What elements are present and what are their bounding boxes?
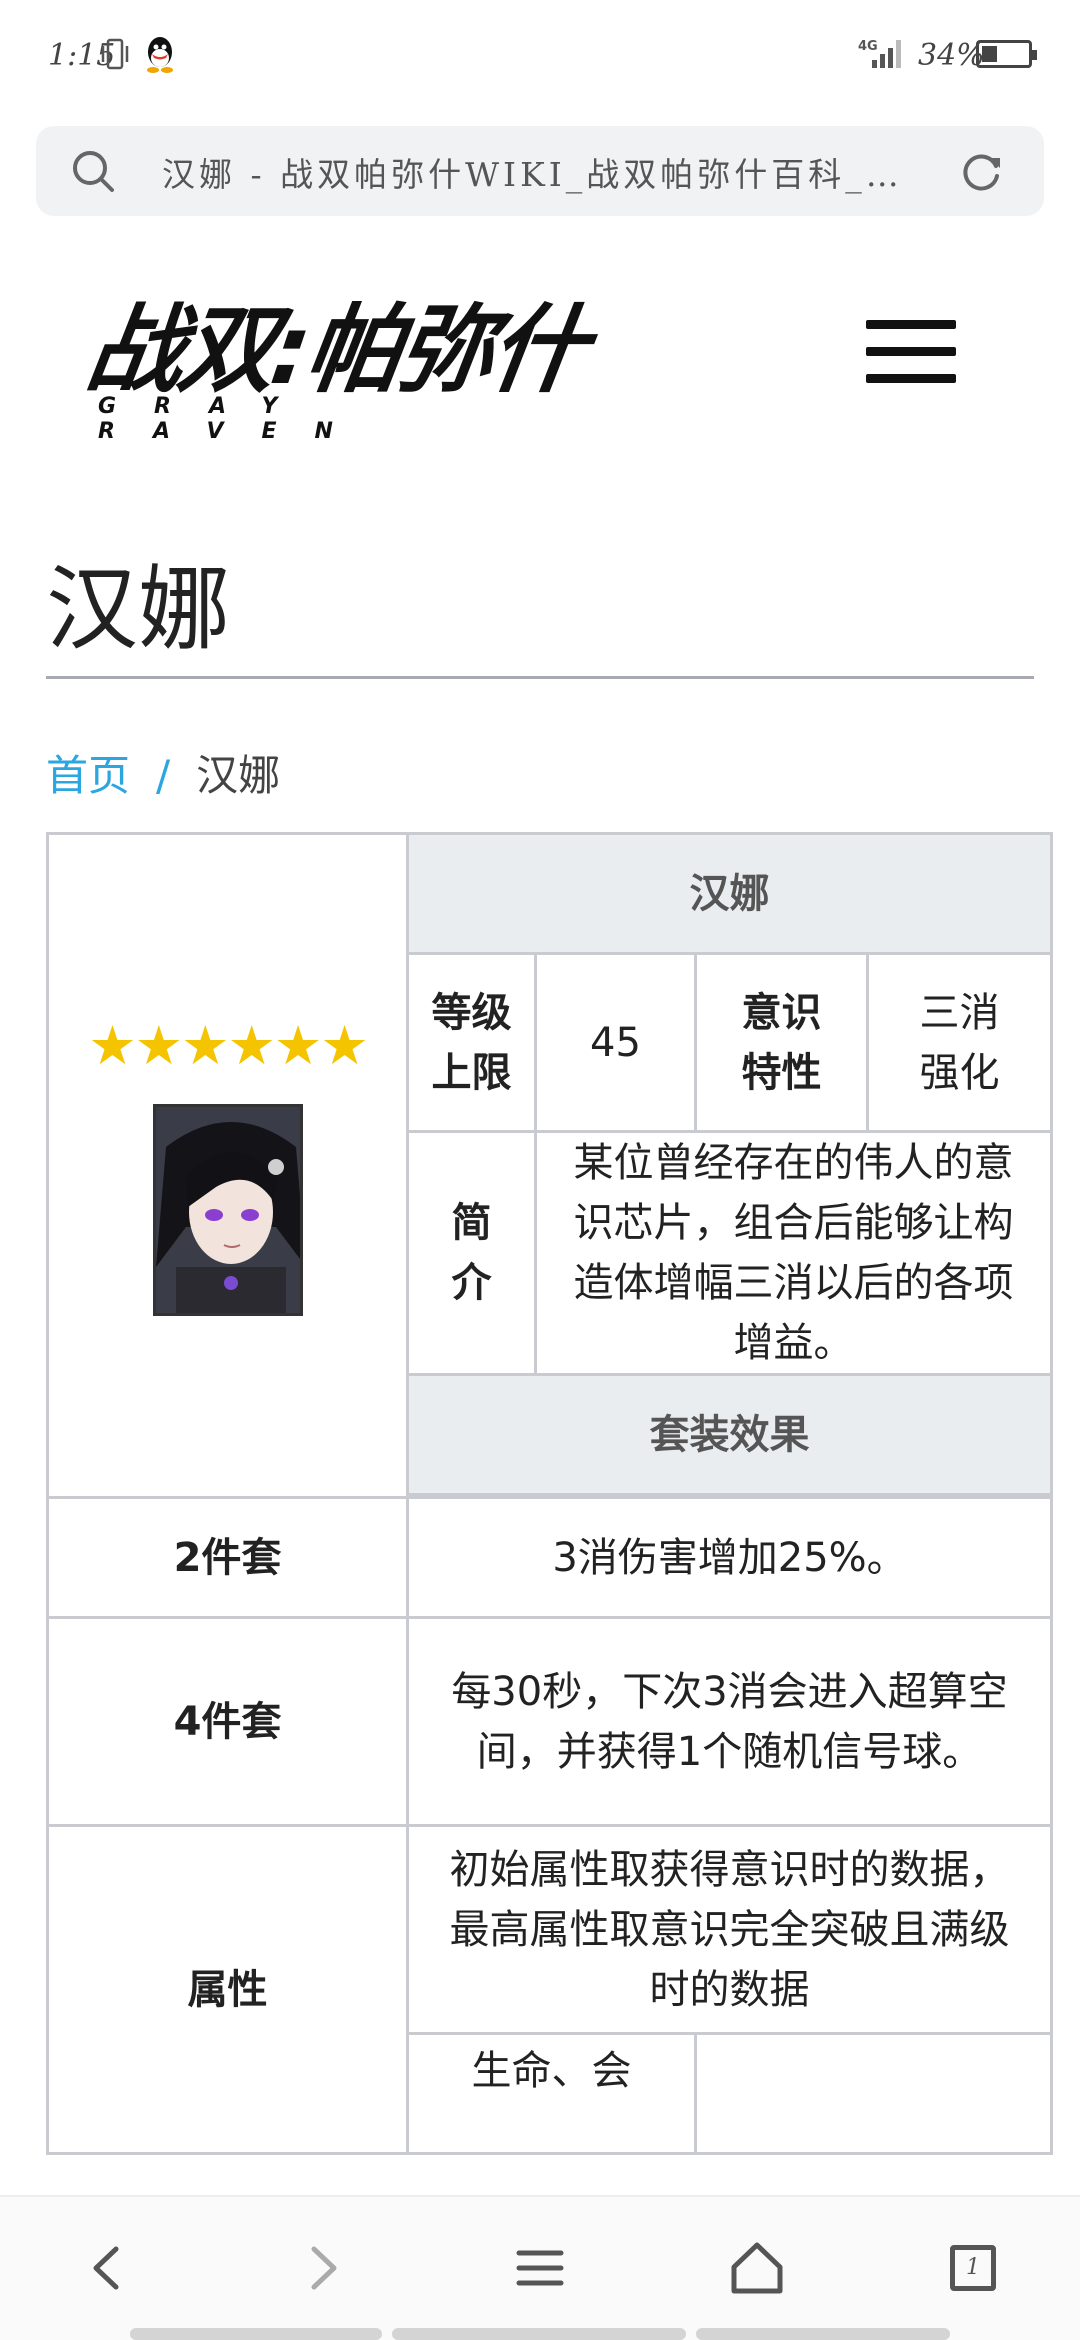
gesture-bar-left — [130, 2328, 382, 2340]
signal-icon: 4G — [858, 39, 901, 68]
set2-label: 2件套 — [46, 1496, 409, 1619]
breadcrumb-separator: / — [156, 751, 171, 800]
battery-percent: 34% — [918, 38, 985, 73]
level-cap-label: 等级上限 — [406, 952, 537, 1133]
site-logo[interactable]: 战双:帕弥什 GRAY RAVEN — [80, 294, 608, 444]
url-text[interactable]: 汉娜 - 战双帕弥什WIKI_战双帕弥什百科_… — [162, 148, 972, 196]
network-type: 4G — [858, 39, 878, 54]
menu-icon[interactable] — [505, 2233, 575, 2303]
set4-text: 每30秒，下次3消会进入超算空间，并获得1个随机信号球。 — [406, 1616, 1053, 1827]
forward-icon[interactable] — [288, 2233, 358, 2303]
home-icon[interactable] — [722, 2233, 792, 2303]
set2-text: 3消伤害增加25%。 — [406, 1496, 1053, 1619]
intro-text: 某位曾经存在的伟人的意识芯片，组合后能够让构造体增幅三消以后的各项增益。 — [534, 1130, 1053, 1376]
portrait-cell: ★★★★★★ — [46, 832, 409, 1499]
name-header: 汉娜 — [406, 832, 1053, 955]
browser-bottom-nav: 1 — [0, 2195, 1080, 2340]
status-bar: 1:15 4G 34% — [0, 0, 1080, 110]
gesture-bar-right — [696, 2328, 950, 2340]
level-cap-value: 45 — [534, 952, 697, 1133]
logo-main-text: 战双:帕弥什 — [80, 294, 591, 406]
back-icon[interactable] — [72, 2233, 142, 2303]
set-effect-header: 套装效果 — [406, 1373, 1053, 1496]
hamburger-menu-icon[interactable] — [866, 320, 962, 392]
trait-value: 三消强化 — [866, 952, 1053, 1133]
address-bar[interactable]: 汉娜 - 战双帕弥什WIKI_战双帕弥什百科_… — [36, 126, 1044, 216]
intro-label: 简介 — [406, 1130, 537, 1376]
qq-icon — [147, 37, 173, 73]
portrait-image — [155, 1106, 300, 1313]
set4-label: 4件套 — [46, 1616, 409, 1827]
page-title: 汉娜 — [46, 556, 231, 663]
memory-infobox-table: ★★★★★★ 汉娜 等级上限 45 意识特性 三消强化 简介 某位曾经存在的伟人… — [46, 832, 1053, 2155]
battery-icon — [976, 40, 1037, 68]
reload-icon[interactable] — [956, 146, 1006, 196]
vibrate-icon — [101, 38, 129, 70]
search-icon[interactable] — [68, 146, 118, 196]
attr-label: 属性 — [46, 1824, 409, 2155]
character-portrait[interactable] — [152, 1103, 303, 1316]
tab-count: 1 — [950, 2245, 996, 2291]
gesture-bar-center — [392, 2328, 686, 2340]
title-divider — [46, 676, 1034, 679]
attr-value-cell — [694, 2032, 1053, 2155]
trait-label: 意识特性 — [694, 952, 869, 1133]
tabs-icon[interactable]: 1 — [938, 2233, 1008, 2303]
attr-partial-cell: 生命、会 — [406, 2032, 697, 2155]
breadcrumb-current: 汉娜 — [196, 751, 281, 800]
battery-fill — [982, 46, 997, 62]
attr-note-link[interactable]: 初始属性取获得意识时的数据，最高属性取意识完全突破且满级时的数据 — [406, 1824, 1053, 2035]
breadcrumb: 首页 / 汉娜 — [46, 742, 280, 803]
rarity-stars: ★★★★★★ — [88, 1013, 368, 1077]
breadcrumb-home-link[interactable]: 首页 — [46, 751, 130, 800]
